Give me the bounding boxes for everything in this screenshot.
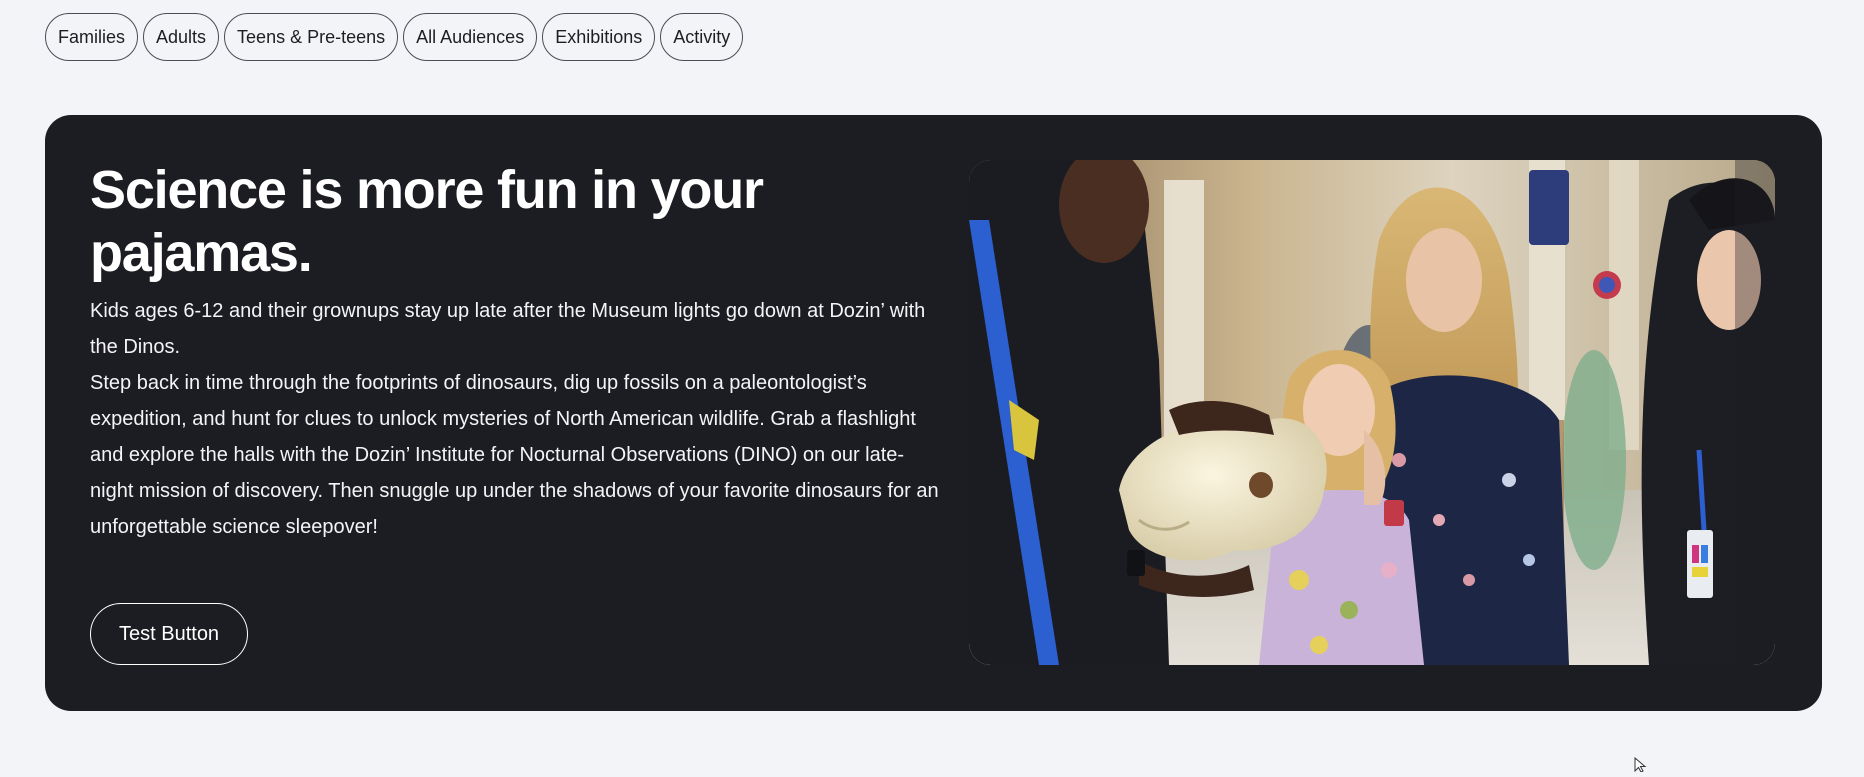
hero-text-block: Science is more fun in your pajamas. Kid… bbox=[90, 159, 940, 545]
audience-filter-bar: Families Adults Teens & Pre-teens All Au… bbox=[45, 13, 744, 61]
hero-card: Science is more fun in your pajamas. Kid… bbox=[45, 115, 1822, 711]
filter-chip-exhibitions[interactable]: Exhibitions bbox=[542, 13, 656, 61]
hero-intro-paragraph: Kids ages 6-12 and their grownups stay u… bbox=[90, 300, 926, 358]
mouse-cursor-icon bbox=[1634, 756, 1648, 777]
photo-illustration bbox=[969, 160, 1775, 665]
test-button[interactable]: Test Button bbox=[90, 603, 249, 665]
filter-chip-families[interactable]: Families bbox=[45, 13, 139, 61]
filter-chip-activity[interactable]: Activity bbox=[660, 13, 744, 61]
hero-title: Science is more fun in your pajamas. bbox=[90, 160, 764, 283]
hero-photo bbox=[969, 160, 1775, 665]
hero-description-paragraph: Step back in time through the footprints… bbox=[90, 372, 939, 538]
filter-chip-adults[interactable]: Adults bbox=[143, 13, 220, 61]
filter-chip-all-audiences[interactable]: All Audiences bbox=[403, 13, 538, 61]
filter-chip-teens[interactable]: Teens & Pre-teens bbox=[224, 13, 399, 61]
